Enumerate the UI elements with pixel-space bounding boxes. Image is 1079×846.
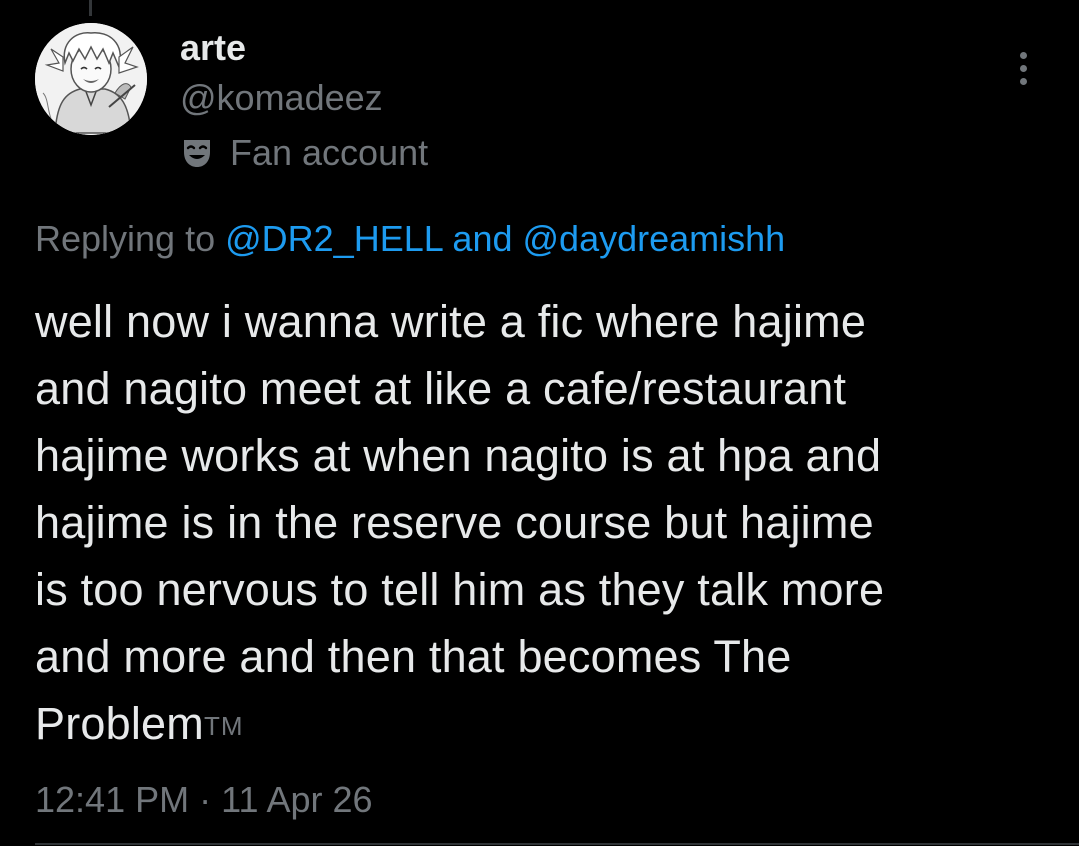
badge-label: Fan account [230,132,429,173]
tweet-time[interactable]: 12:41 PM [35,779,189,820]
display-name[interactable]: arte [180,28,246,68]
dot [1019,64,1027,72]
theater-mask-icon [184,140,210,167]
tweet-line: hajime works at when nagito is at hpa an… [35,430,882,481]
divider [35,843,1079,845]
more-options-icon[interactable] [1005,48,1041,88]
mention-link-dr2-hell[interactable]: @DR2_HELL [225,218,442,259]
thread-connector-line [89,0,92,16]
replying-prefix: Replying to [35,218,226,259]
tweet-body: well now i wanna write a fic where hajim… [35,288,1045,760]
tweet-timestamp: 12:41 PM · 11 Apr 26 [35,778,373,822]
user-handle[interactable]: @komadeez [180,78,383,118]
tweet-line: and nagito meet at like a cafe/restauran… [35,363,847,414]
tweet-line-last: ProblemTM [35,690,1045,760]
avatar[interactable] [35,23,147,135]
trademark-symbol: TM [203,711,244,741]
dot [1019,77,1027,85]
tweet-date[interactable]: 11 Apr 26 [221,779,372,820]
timestamp-separator: · [189,779,222,820]
tweet-line: well now i wanna write a fic where hajim… [35,296,867,347]
mention-joiner[interactable]: and [442,218,522,259]
tweet-line: hajime is in the reserve course but haji… [35,497,874,548]
tweet-line: is too nervous to tell him as they talk … [35,564,885,615]
replying-to: Replying to @DR2_HELL and @daydreamishh [35,217,785,261]
avatar-image [35,23,147,135]
mention-link-daydreamishh[interactable]: @daydreamishh [523,218,786,259]
account-badge: Fan account [180,133,428,173]
tweet-line: Problem [35,698,204,749]
dot [1019,51,1027,59]
tweet-line: and more and then that becomes The [35,631,792,682]
